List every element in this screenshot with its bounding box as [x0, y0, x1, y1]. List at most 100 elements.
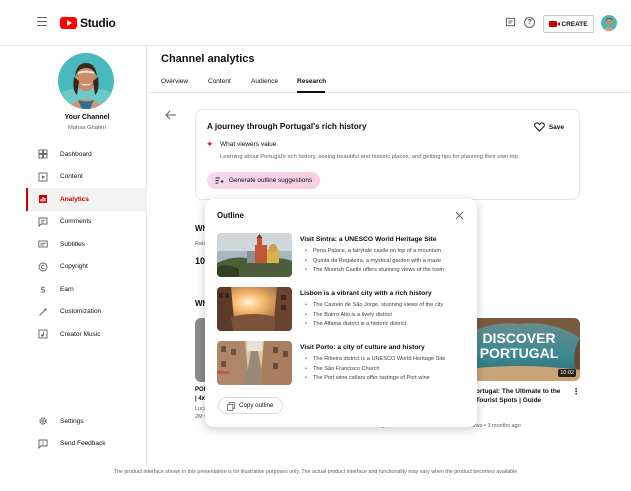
- copy-outline-label: Copy outline: [239, 402, 274, 409]
- music-icon: [38, 329, 48, 339]
- account-avatar[interactable]: [601, 15, 617, 31]
- sidebar-item-customization[interactable]: Customization: [26, 301, 147, 324]
- generate-outline-button[interactable]: Generate outline suggestions: [207, 172, 321, 189]
- topic-card: A journey through Portugal's rich histor…: [195, 109, 580, 200]
- channel-handle: Mahsa Ghaferi: [67, 125, 107, 131]
- analytics-icon: [39, 195, 47, 204]
- close-icon[interactable]: [455, 211, 464, 220]
- copy-outline-button[interactable]: Copy outline: [218, 397, 283, 414]
- sidebar-item-analytics[interactable]: Analytics: [26, 188, 147, 211]
- dashboard-icon: [38, 149, 48, 159]
- outline-bullet: The Bairro Alto is a lively district: [305, 311, 443, 321]
- outline-item: Lisbon is a vibrant city with a rich his…: [217, 287, 467, 332]
- comments-icon: [38, 217, 48, 227]
- sidebar-item-copyright[interactable]: Copyright: [26, 256, 147, 279]
- what-viewers-value-heading: What viewers value: [220, 141, 277, 148]
- back-arrow-icon[interactable]: [165, 110, 177, 120]
- what-viewers-value-text: Learning about Portugal's rich history, …: [220, 154, 520, 160]
- outline-bullet: The Castelo de São Jorge, stunning views…: [305, 301, 443, 311]
- outline-bullet: The Port wine cellars offer tastings of …: [305, 374, 445, 384]
- page-title: Channel analytics: [161, 53, 255, 65]
- video-duration-badge: 10:02: [558, 369, 576, 377]
- sidebar-item-label: Comments: [60, 218, 92, 226]
- feedback-messages-icon[interactable]: [505, 17, 516, 28]
- sidebar-nav: Dashboard Content Analytics Comments Sub…: [26, 143, 147, 346]
- heart-icon: [533, 122, 545, 132]
- hamburger-menu-icon[interactable]: [37, 17, 47, 27]
- outline-item-bullets: Pena Palace, a fairytale castle on top o…: [305, 247, 444, 276]
- thumbnail-text-portugal: PORTUGAL: [480, 345, 559, 361]
- sidebar-item-label: Settings: [60, 417, 84, 425]
- sidebar-item-label: Dashboard: [60, 150, 92, 158]
- magic-wand-icon: [39, 307, 48, 316]
- sidebar-item-label: Copyright: [60, 263, 88, 271]
- outline-item: Visit Sintra: a UNESCO World Heritage Si…: [217, 233, 467, 278]
- outline-thumbnail-lisbon: [217, 287, 292, 331]
- thumbnail-text-discover: DISCOVER: [482, 330, 555, 346]
- tab-overview[interactable]: Overview: [161, 78, 188, 85]
- content-icon: [38, 172, 48, 182]
- youtube-play-icon: [60, 17, 77, 29]
- video-camera-icon: [549, 21, 561, 27]
- outline-item-bullets: The Ribeira district is a UNESCO World H…: [305, 355, 445, 384]
- create-label: CREATE: [561, 20, 588, 28]
- outline-item-bullets: The Castelo de São Jorge, stunning views…: [305, 301, 443, 330]
- sidebar-item-label: Customization: [60, 308, 102, 316]
- sidebar-item-subtitles[interactable]: Subtitles: [26, 233, 147, 256]
- active-tab-indicator: [297, 91, 325, 93]
- sidebar-item-label: Content: [60, 173, 83, 181]
- sidebar-item-label: Send Feedback: [60, 440, 106, 448]
- channel-avatar[interactable]: [58, 53, 114, 109]
- video-title-partial-2[interactable]: | 4x: [195, 396, 205, 402]
- disclaimer-footer: The product interface shown in this pres…: [113, 469, 518, 475]
- outline-item: Visit Porto: a city of culture and histo…: [217, 341, 467, 386]
- save-label: Save: [548, 123, 564, 131]
- sidebar-item-content[interactable]: Content: [26, 166, 147, 189]
- feedback-icon: [38, 439, 48, 449]
- outline-bullet: The Alfama district is a historic distri…: [305, 320, 443, 330]
- outline-bullet: The Ribeira district is a UNESCO World H…: [305, 355, 445, 365]
- help-icon[interactable]: ?: [524, 17, 535, 28]
- gear-icon: [39, 417, 47, 425]
- tab-audience[interactable]: Audience: [251, 78, 278, 85]
- outline-item-heading: Visit Porto: a city of culture and histo…: [300, 344, 425, 351]
- logo-text: Studio: [80, 16, 116, 30]
- outline-thumbnail-sintra: [217, 233, 292, 277]
- outline-popup: Outline Visit Sintra: a UNESCO World Her…: [205, 199, 477, 427]
- create-button[interactable]: CREATE: [543, 15, 594, 33]
- subtitles-icon: [38, 240, 48, 248]
- sidebar-item-settings[interactable]: Settings: [26, 410, 147, 433]
- outline-bullet: The Moorish Castle offers stunning views…: [305, 266, 444, 276]
- tab-content[interactable]: Content: [208, 78, 231, 85]
- topic-title: A journey through Portugal's rich histor…: [207, 122, 367, 131]
- copyright-icon: [38, 262, 48, 272]
- top-bar: Studio ? CREATE: [0, 0, 631, 46]
- sidebar-bottom-nav: Settings Send Feedback: [26, 410, 147, 455]
- outline-title: Outline: [217, 211, 244, 220]
- sparkle-icon: ✦: [206, 139, 214, 149]
- sidebar-item-comments[interactable]: Comments: [26, 211, 147, 234]
- generate-outline-label: Generate outline suggestions: [229, 177, 313, 184]
- save-button[interactable]: Save: [533, 122, 564, 132]
- tab-research[interactable]: Research: [297, 78, 326, 85]
- more-options-icon[interactable]: ⋮: [572, 387, 580, 396]
- outline-thumbnail-porto: [217, 341, 292, 385]
- sidebar-item-label: Subtitles: [60, 240, 85, 248]
- generate-outline-icon: [215, 177, 224, 184]
- outline-bullet: Quinta da Regaleira, a mystical garden w…: [305, 257, 444, 267]
- sidebar-item-label: Creator Music: [60, 330, 101, 338]
- copy-icon: [227, 402, 235, 411]
- sidebar-item-label: Earn: [60, 285, 74, 293]
- sidebar-item-send-feedback[interactable]: Send Feedback: [26, 433, 147, 456]
- sidebar: Your Channel Mahsa Ghaferi Dashboard Con…: [0, 46, 147, 466]
- channel-name: Your Channel: [64, 114, 110, 121]
- dollar-icon: $: [40, 286, 46, 295]
- sidebar-item-creator-music[interactable]: Creator Music: [26, 323, 147, 346]
- analytics-tabs: Overview Content Audience Research: [147, 73, 631, 93]
- outline-item-heading: Lisbon is a vibrant city with a rich his…: [300, 290, 432, 297]
- outline-bullet: The São Francisco Church: [305, 365, 445, 375]
- sidebar-item-dashboard[interactable]: Dashboard: [26, 143, 147, 166]
- outline-bullet: Pena Palace, a fairytale castle on top o…: [305, 247, 444, 257]
- sidebar-item-earn[interactable]: $ Earn: [26, 278, 147, 301]
- studio-logo[interactable]: Studio: [60, 16, 116, 30]
